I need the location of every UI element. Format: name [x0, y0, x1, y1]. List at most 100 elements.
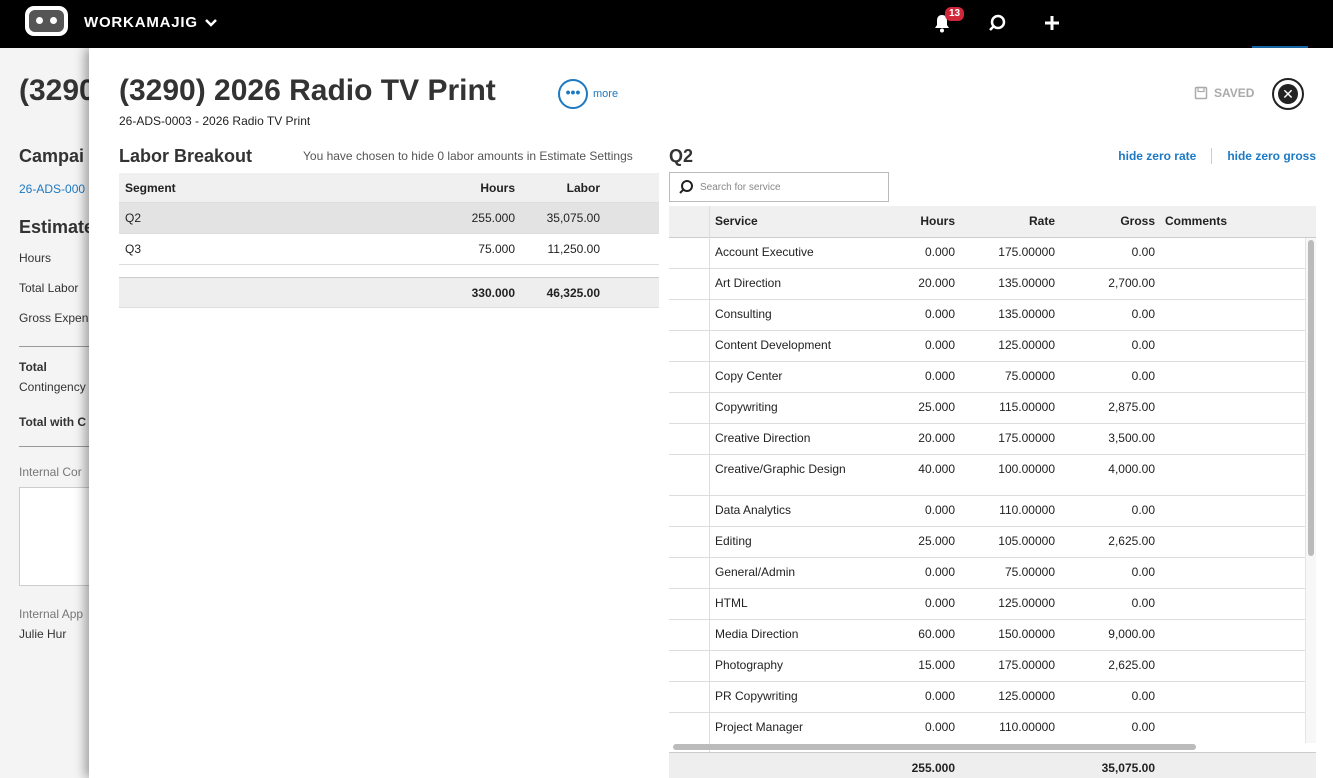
bg-approver-name: Julie Hur: [19, 627, 67, 641]
bg-estimate-heading: Estimate: [19, 217, 95, 237]
service-table: Service Hours Rate Gross Comments Accoun…: [669, 206, 1316, 778]
search-icon: [679, 180, 693, 194]
search-icon[interactable]: [986, 12, 1008, 34]
segment-detail-heading: Q2: [669, 146, 694, 166]
close-panel-button[interactable]: ✕: [1272, 78, 1304, 110]
table-row[interactable]: Copy Center 0.000 75.00000 0.00: [669, 362, 1316, 393]
table-total-row: 330.000 46,325.00: [119, 277, 659, 308]
column-header-rate: Rate: [1028, 214, 1055, 228]
bg-divider: [19, 446, 99, 447]
total-gross: 35,075.00: [1101, 761, 1155, 775]
chevron-down-icon: [204, 18, 217, 27]
hours-cell: 20.000: [918, 276, 955, 290]
bg-internal-comments-box[interactable]: [19, 487, 100, 586]
rate-cell: 135.00000: [998, 276, 1055, 290]
service-cell: Creative Direction: [715, 431, 811, 445]
bg-campaign-link[interactable]: 26-ADS-000: [19, 182, 85, 196]
table-row[interactable]: Q2 255.000 35,075.00: [119, 203, 659, 234]
gross-cell: 0.00: [1131, 338, 1155, 352]
hours-cell: 0.000: [924, 307, 955, 321]
table-row[interactable]: Art Direction 20.000 135.00000 2,700.00: [669, 269, 1316, 300]
column-header-labor: Labor: [566, 181, 600, 195]
panel-subtitle: 26-ADS-0003 - 2026 Radio TV Print: [119, 114, 311, 128]
column-header-segment: Segment: [125, 181, 176, 195]
segment-cell: Q2: [125, 211, 142, 225]
table-row[interactable]: Creative/Graphic Design 40.000 100.00000 4,…: [669, 455, 1316, 496]
table-row[interactable]: Account Executive 0.000 175.00000 0.00: [669, 238, 1316, 269]
table-row[interactable]: Photography 15.000 175.00000 2,625.00: [669, 651, 1316, 682]
bg-internal-comments-label: Internal Cor: [19, 465, 82, 479]
gross-cell: 0.00: [1131, 596, 1155, 610]
table-row[interactable]: Content Development 0.000 125.00000 0.00: [669, 331, 1316, 362]
rate-cell: 75.00000: [1004, 565, 1055, 579]
notification-badge: 13: [945, 7, 965, 21]
hours-cell: 0.000: [924, 503, 955, 517]
service-cell: Copy Center: [715, 369, 783, 383]
table-row[interactable]: Q3 75.000 11,250.00: [119, 234, 659, 265]
hide-zero-gross-link[interactable]: hide zero gross: [1227, 149, 1316, 163]
bg-internal-approver-label: Internal App: [19, 607, 84, 621]
bg-divider: [19, 346, 99, 347]
estimate-detail-panel: (3290) 2026 Radio TV Print ••• more 26-A…: [89, 48, 1333, 778]
gross-cell: 0.00: [1131, 245, 1155, 259]
column-header-hours: Hours: [920, 214, 955, 228]
close-icon: ✕: [1278, 84, 1298, 104]
gross-cell: 2,875.00: [1108, 400, 1155, 414]
plus-icon[interactable]: [1041, 12, 1063, 34]
bg-hours-label: Hours: [19, 251, 52, 265]
column-header-service: Service: [715, 214, 758, 228]
table-row[interactable]: Media Direction 60.000 150.00000 9,000.00: [669, 620, 1316, 651]
rate-cell: 115.00000: [999, 400, 1055, 414]
horizontal-scrollbar[interactable]: [673, 744, 1196, 750]
gross-cell: 0.00: [1131, 503, 1155, 517]
table-row[interactable]: Consulting 0.000 135.00000 0.00: [669, 300, 1316, 331]
hours-cell: 0.000: [924, 245, 955, 259]
service-cell: General/Admin: [715, 565, 796, 579]
total-hours: 255.000: [911, 761, 955, 775]
labor-hidden-note: You have chosen to hide 0 labor amounts …: [303, 149, 633, 163]
hours-cell: 0.000: [924, 689, 955, 703]
hours-cell: 0.000: [924, 338, 955, 352]
brand-menu[interactable]: WORKAMAJIG: [84, 14, 218, 31]
rate-cell: 175.00000: [998, 245, 1055, 259]
table-row[interactable]: Copywriting 25.000 115.00000 2,875.00: [669, 393, 1316, 424]
service-cell: Content Development: [715, 338, 832, 352]
hours-cell: 75.000: [478, 242, 515, 256]
gross-cell: 0.00: [1131, 307, 1155, 321]
table-row[interactable]: Data Analytics 0.000 110.00000 0.00: [669, 496, 1316, 527]
rate-cell: 125.00000: [998, 338, 1055, 352]
table-row[interactable]: Creative Direction 20.000 175.00000 3,500.0…: [669, 424, 1316, 455]
segment-cell: Q3: [125, 242, 142, 256]
gross-cell: 2,625.00: [1108, 534, 1155, 548]
background-page: (3290 Campai 26-ADS-000 Estimate Hours T…: [0, 48, 100, 778]
table-row[interactable]: General/Admin 0.000 75.00000 0.00: [669, 558, 1316, 589]
service-cell: Consulting: [715, 307, 772, 321]
labor-cell: 35,075.00: [546, 211, 600, 225]
top-nav-bar: WORKAMAJIG 13: [0, 0, 1333, 49]
more-options-button[interactable]: •••: [558, 79, 588, 109]
gross-cell: 0.00: [1131, 565, 1155, 579]
labor-breakout-heading: Labor Breakout: [119, 146, 253, 166]
more-link[interactable]: more: [593, 88, 618, 100]
table-row[interactable]: Project Manager 0.000 110.00000 0.00: [669, 713, 1316, 743]
bg-total-with-label: Total with C: [19, 415, 87, 429]
rate-cell: 125.00000: [998, 689, 1055, 703]
service-table-body[interactable]: Account Executive 0.000 175.00000 0.00 Art D…: [669, 238, 1316, 743]
table-row[interactable]: Editing 25.000 105.00000 2,625.00: [669, 527, 1316, 558]
vertical-scrollbar[interactable]: [1308, 240, 1314, 556]
saved-label: SAVED: [1214, 86, 1255, 100]
service-cell: Photography: [715, 658, 784, 672]
rate-cell: 135.00000: [998, 307, 1055, 321]
table-row[interactable]: PR Copywriting 0.000 125.00000 0.00: [669, 682, 1316, 713]
service-search-field[interactable]: [669, 172, 889, 202]
table-row[interactable]: HTML 0.000 125.00000 0.00: [669, 589, 1316, 620]
service-cell: HTML: [715, 596, 748, 610]
hours-cell: 0.000: [924, 596, 955, 610]
robot-logo-icon[interactable]: [25, 6, 68, 36]
rate-cell: 150.00000: [998, 627, 1055, 641]
column-header-gross: Gross: [1120, 214, 1155, 228]
hide-zero-rate-link[interactable]: hide zero rate: [1118, 149, 1196, 163]
panel-title: (3290) 2026 Radio TV Print: [119, 74, 496, 107]
service-cell: Art Direction: [715, 276, 782, 290]
service-search-input[interactable]: [700, 181, 880, 193]
